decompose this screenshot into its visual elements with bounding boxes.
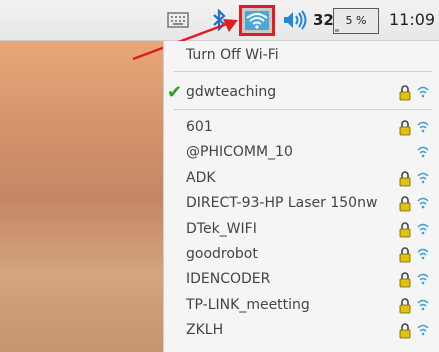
network-ssid: IDENCODER xyxy=(186,271,271,288)
wifi-network-menu: Turn Off Wi-Fi ✔ gdwteaching 601 @PHICOMM… xyxy=(163,41,439,352)
turn-off-wifi-label: Turn Off Wi-Fi xyxy=(186,47,279,63)
network-item[interactable]: goodrobot xyxy=(164,243,439,267)
wifi-signal-icon xyxy=(417,172,429,184)
wifi-signal-icon xyxy=(417,147,429,158)
separator xyxy=(174,71,432,72)
separator xyxy=(174,109,432,110)
network-ssid: TP-LINK_meetting xyxy=(186,296,310,313)
network-item[interactable]: DIRECT-93-HP Laser 150nw xyxy=(164,192,439,216)
network-item[interactable]: IDENCODER xyxy=(164,268,439,292)
wifi-signal-icon xyxy=(417,197,429,209)
wifi-signal-icon xyxy=(417,223,429,234)
lock-icon xyxy=(399,85,411,101)
network-ssid: ZKLH xyxy=(186,322,224,339)
network-ssid: DIRECT-93-HP Laser 150nw xyxy=(186,195,378,212)
lock-icon xyxy=(399,298,411,314)
network-item-connected[interactable]: ✔ gdwteaching xyxy=(164,81,439,105)
network-item[interactable]: TP-LINK_meetting xyxy=(164,294,439,318)
network-item[interactable]: ZKLH xyxy=(164,319,439,343)
network-item[interactable]: 601 xyxy=(164,116,439,140)
lock-icon xyxy=(399,171,411,187)
lock-icon xyxy=(399,120,411,136)
wifi-signal-icon xyxy=(417,274,429,285)
network-ssid: DTek_WIFI xyxy=(186,220,257,237)
network-item[interactable]: @PHICOMM_10 xyxy=(164,141,439,165)
lock-icon xyxy=(399,323,411,339)
wifi-signal-icon xyxy=(417,86,429,98)
wifi-signal-icon xyxy=(417,248,429,260)
lock-icon xyxy=(399,247,411,263)
network-item[interactable]: ADK xyxy=(164,167,439,191)
lock-icon xyxy=(399,221,411,237)
turn-off-wifi-item[interactable]: Turn Off Wi-Fi xyxy=(164,44,439,68)
wifi-signal-icon xyxy=(417,324,429,336)
lock-icon xyxy=(399,196,411,212)
wifi-signal-icon xyxy=(417,121,429,133)
lock-icon xyxy=(399,272,411,288)
network-ssid: 601 xyxy=(186,119,213,135)
network-item[interactable]: DTek_WIFI xyxy=(164,218,439,242)
network-ssid: gdwteaching xyxy=(186,84,277,100)
network-ssid: @PHICOMM_10 xyxy=(186,144,293,161)
wifi-signal-icon xyxy=(417,299,429,311)
check-icon: ✔ xyxy=(167,82,183,103)
network-ssid: ADK xyxy=(186,169,216,186)
network-ssid: goodrobot xyxy=(186,246,258,262)
